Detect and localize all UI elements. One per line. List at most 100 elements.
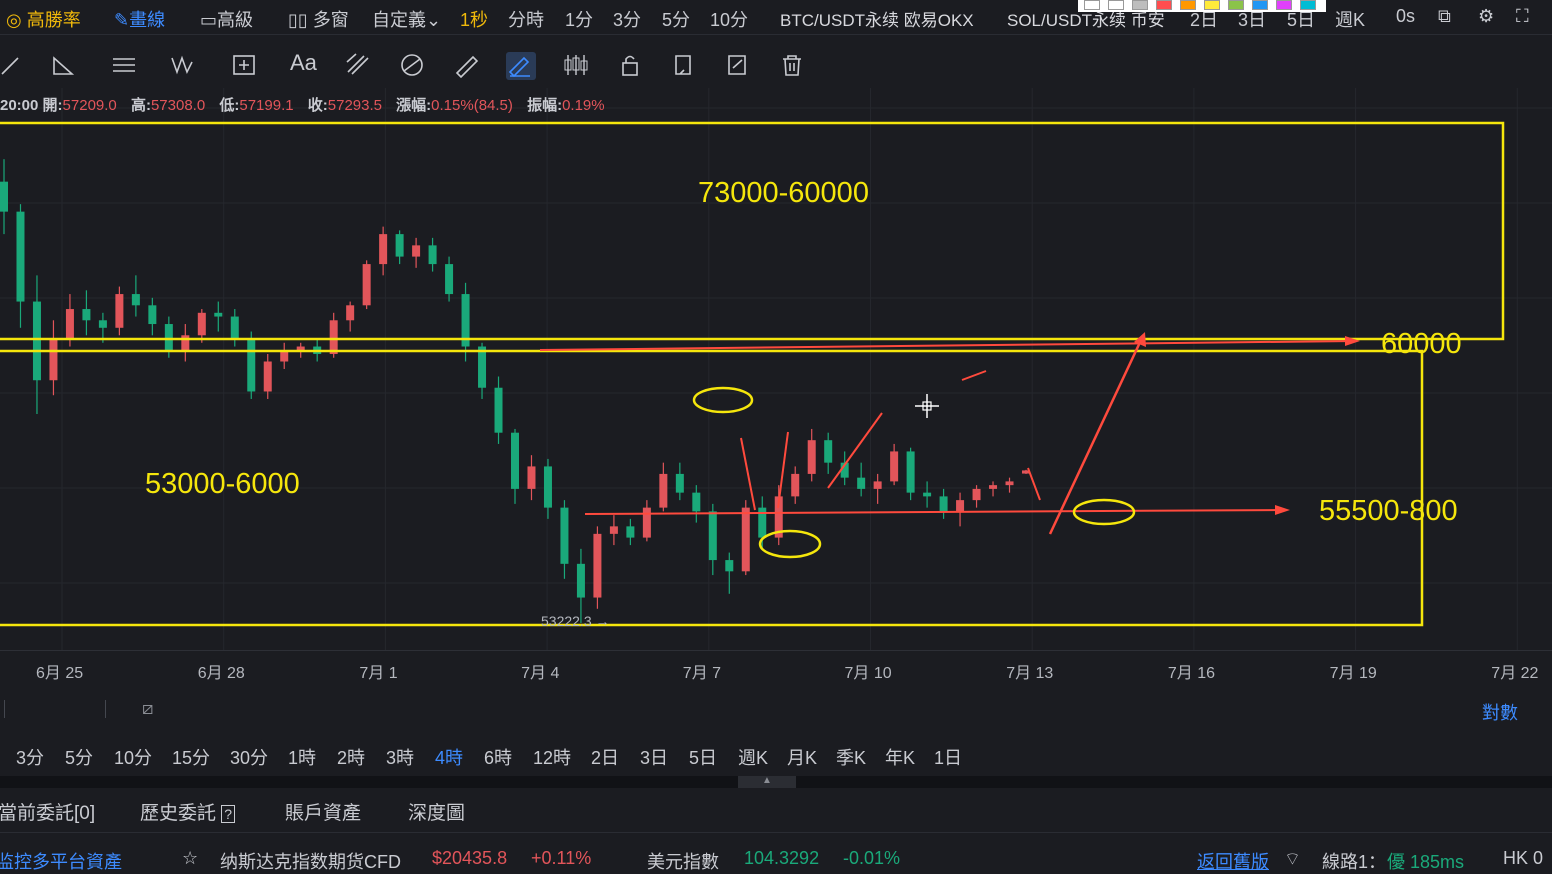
drop-arrow[interactable] <box>740 437 756 511</box>
upper-zone-box[interactable] <box>0 121 1505 341</box>
draw-button[interactable]: ✎畫線 <box>114 6 165 32</box>
interval-option[interactable]: 1日 <box>934 744 962 770</box>
support-line[interactable] <box>584 509 1284 515</box>
peak-arrow[interactable] <box>961 370 987 381</box>
tab-account-assets[interactable]: 賬戶資產 <box>285 798 361 825</box>
interval-option[interactable]: 2時 <box>337 744 365 770</box>
trend-line-icon[interactable] <box>0 52 30 80</box>
interval-option[interactable]: 2日 <box>591 744 619 770</box>
advanced-button[interactable]: ▭高級 <box>200 6 253 32</box>
custom-dropdown[interactable]: 自定義⌄ <box>372 6 441 32</box>
color-swatch[interactable] <box>1108 0 1124 10</box>
ticker-btc[interactable]: BTC/USDT永续 欧易OKX <box>780 6 974 31</box>
interval-10m[interactable]: 10分 <box>710 6 748 32</box>
interval-option[interactable]: 1時 <box>288 744 316 770</box>
measure-icon[interactable] <box>230 52 260 80</box>
color-swatch[interactable] <box>1156 0 1172 10</box>
interval-option[interactable]: 年K <box>885 744 915 770</box>
trend-arrow[interactable] <box>827 412 883 489</box>
order-tabs: 當前委託[0] 歷史委託 ? 賬戶資產 深度圖 <box>0 788 1552 833</box>
interval-option[interactable]: 3分 <box>16 744 44 770</box>
interval-option[interactable]: 5分 <box>65 744 93 770</box>
color-swatch[interactable] <box>1300 0 1316 10</box>
interval-option[interactable]: 15分 <box>172 744 210 770</box>
high-value: 57308.0 <box>150 97 206 114</box>
candle-body <box>445 264 454 295</box>
brush-icon[interactable] <box>506 52 536 80</box>
back-old-version-link[interactable]: 返回舊版 <box>1197 848 1269 874</box>
popout-icon[interactable]: ⧉ <box>1438 6 1451 27</box>
color-swatch[interactable] <box>1204 0 1220 10</box>
pin-icon[interactable]: ☆ <box>182 848 198 869</box>
tab-current-orders[interactable]: 當前委託[0] <box>0 798 95 825</box>
x-tick-label: 7月 1 <box>359 665 398 682</box>
trash-icon[interactable] <box>778 52 808 80</box>
interval-option[interactable]: 週K <box>738 744 768 770</box>
interval-option[interactable]: 10分 <box>114 744 152 770</box>
color-palette[interactable] <box>1078 0 1326 12</box>
tab-history-orders[interactable]: 歷史委託 ? <box>140 798 236 825</box>
resistance-line[interactable] <box>539 340 1356 351</box>
interval-option[interactable]: 3日 <box>640 744 668 770</box>
bottom-ellipse[interactable] <box>758 529 822 559</box>
multi-platform-assets-link[interactable]: 监控多平台資產 <box>0 848 122 874</box>
x-tick-label: 7月 22 <box>1491 665 1539 682</box>
divider-line <box>4 700 5 718</box>
candle-body <box>32 301 41 381</box>
interval-option[interactable]: 12時 <box>533 744 571 770</box>
copy-icon[interactable] <box>670 52 700 80</box>
fullscreen-icon[interactable]: ⛶ <box>1516 6 1529 27</box>
crosshair-icon <box>915 394 939 418</box>
peak-ellipse[interactable] <box>692 386 754 414</box>
interval-option[interactable]: 4時 <box>435 744 463 770</box>
candle-body <box>148 305 157 325</box>
collapse-handle-icon[interactable]: ▲ <box>738 776 796 788</box>
candle-body <box>1005 481 1014 486</box>
angle-icon[interactable] <box>50 52 80 80</box>
candle-body <box>181 335 190 351</box>
color-swatch[interactable] <box>1276 0 1292 10</box>
interval-option[interactable]: 6時 <box>484 744 512 770</box>
open-value: 57209.0 <box>62 97 117 114</box>
candle-body <box>642 507 651 538</box>
rise-arrow[interactable] <box>777 431 789 509</box>
text-icon[interactable]: Aa <box>290 50 320 78</box>
parallel-lines-icon[interactable] <box>110 52 140 80</box>
settings-icon[interactable]: ⚙ <box>1478 6 1494 27</box>
ohlc-readout: 20:00 開:57209.0 高:57308.0 低:57199.1 收:57… <box>0 94 615 115</box>
interval-5m[interactable]: 5分 <box>662 6 690 32</box>
edit-range-icon[interactable]: ⧄ <box>142 698 153 719</box>
color-swatch[interactable] <box>1228 0 1244 10</box>
candles-icon[interactable] <box>562 52 592 80</box>
high-win-button[interactable]: ◎ 高勝率 <box>6 6 81 32</box>
panel-divider[interactable]: ▲ <box>0 776 1552 788</box>
interval-option[interactable]: 月K <box>787 744 817 770</box>
color-swatch[interactable] <box>1084 0 1100 10</box>
candlestick-chart[interactable]: 73000-60000 53000-6000 60000 55500-800 5… <box>0 88 1552 650</box>
interval-option[interactable]: 30分 <box>230 744 268 770</box>
multi-window-button[interactable]: ▯▯ 多窗 <box>288 6 349 32</box>
color-swatch[interactable] <box>1180 0 1196 10</box>
interval-3m[interactable]: 3分 <box>613 6 641 32</box>
candle-body <box>626 526 635 538</box>
interval-1m[interactable]: 1分 <box>565 6 593 32</box>
pullback-arrow[interactable] <box>1027 467 1041 501</box>
candle-body <box>131 294 140 306</box>
tab-depth-chart[interactable]: 深度圖 <box>408 798 465 825</box>
gann-icon[interactable] <box>398 52 428 80</box>
ruler-icon[interactable] <box>452 52 482 80</box>
interval-1s[interactable]: 1秒 <box>460 6 488 32</box>
candle-body <box>527 466 536 489</box>
interval-option[interactable]: 3時 <box>386 744 414 770</box>
interval-option[interactable]: 5日 <box>689 744 717 770</box>
color-swatch[interactable] <box>1132 0 1148 10</box>
edit-icon[interactable] <box>724 52 754 80</box>
lock-icon[interactable] <box>616 52 646 80</box>
wave-icon[interactable] <box>170 52 200 80</box>
fib-icon[interactable] <box>344 52 374 80</box>
interval-week[interactable]: 週K <box>1335 6 1365 32</box>
color-swatch[interactable] <box>1252 0 1268 10</box>
interval-timeshare[interactable]: 分時 <box>508 6 544 32</box>
interval-option[interactable]: 季K <box>836 744 866 770</box>
log-scale-toggle[interactable]: 對數 <box>1482 699 1518 725</box>
